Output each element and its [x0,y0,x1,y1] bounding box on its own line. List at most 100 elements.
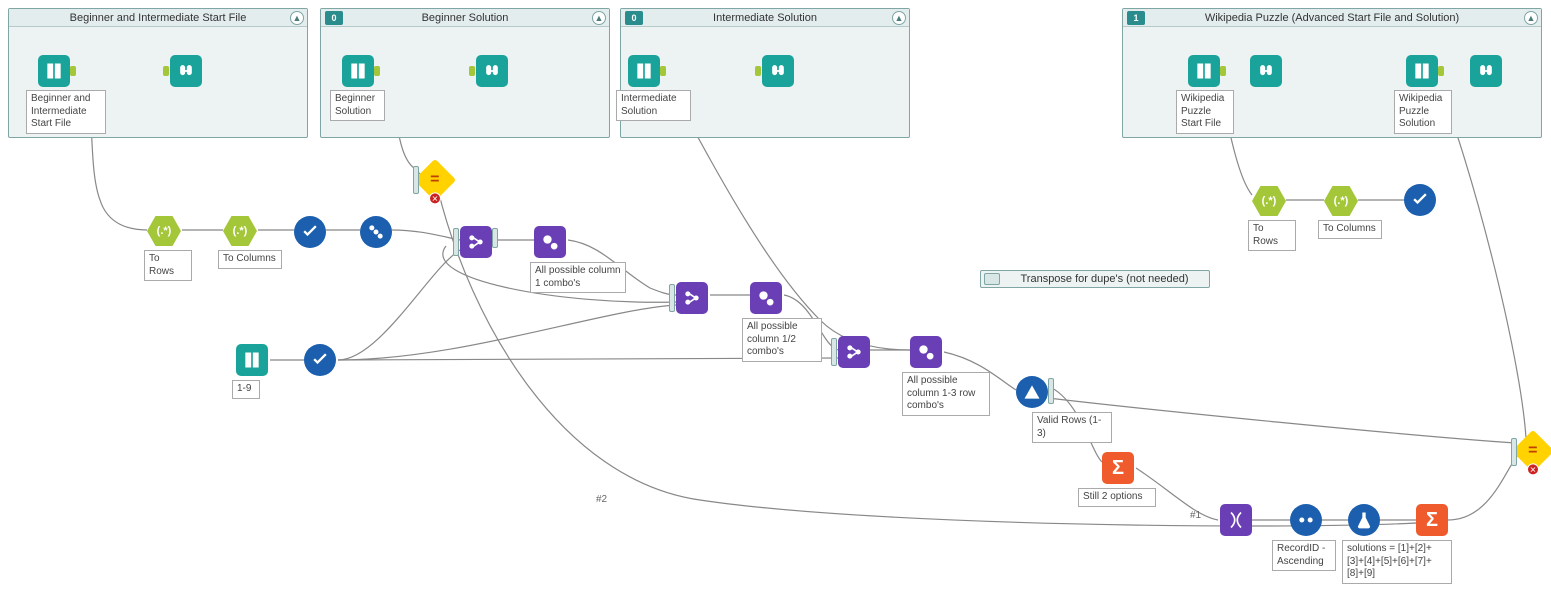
join-multiple-tool[interactable] [1290,504,1322,536]
tool-annotation: Still 2 options [1078,488,1156,507]
text-input-tool[interactable] [1188,55,1220,87]
tool-annotation: 1-9 [232,380,260,399]
gears-icon [756,288,776,308]
container-title: Intermediate Solution [621,12,909,24]
output-anchor[interactable] [1438,66,1444,76]
append-fields-tool[interactable] [676,282,708,314]
binoculars-icon [176,61,196,81]
tool-annotation: Wikipedia Puzzle Start File [1176,90,1234,134]
wire-label: #1 [1190,510,1201,521]
merge-icon [844,342,864,362]
tool-annotation: Beginner Solution [330,90,385,121]
binoculars-icon [768,61,788,81]
book-icon [1194,61,1214,81]
error-badge-icon: ✕ [1527,463,1539,475]
output-anchor[interactable] [70,66,76,76]
output-anchor[interactable] [660,66,666,76]
regex-tool[interactable]: (.*) [147,216,181,246]
batch-macro-tool[interactable] [910,336,942,368]
summarize-tool[interactable]: Σ [1102,452,1134,484]
input-anchor[interactable] [469,66,475,76]
container-title: Beginner Solution [321,12,609,24]
tool-annotation: To Rows [1248,220,1296,251]
container-transpose-dupes[interactable]: Transpose for dupe's (not needed) [980,270,1210,288]
append-fields-tool[interactable] [460,226,492,258]
error-badge-icon: ✕ [429,192,441,204]
tool-annotation: All possible column 1/2 combo's [742,318,822,362]
equals-icon: = [1528,442,1537,460]
numbers-icon [366,222,386,242]
collapse-icon[interactable]: ▲ [290,11,304,25]
container-title: Wikipedia Puzzle (Advanced Start File an… [1123,12,1541,24]
merge-icon [466,232,486,252]
tool-annotation: Wikipedia Puzzle Solution [1394,90,1452,134]
summarize-tool[interactable]: Σ [1416,504,1448,536]
collapse-icon[interactable]: ▲ [1524,11,1538,25]
collapse-icon[interactable]: ▲ [592,11,606,25]
input-anchor[interactable] [453,228,459,256]
input-anchor[interactable] [163,66,169,76]
batch-macro-tool[interactable] [750,282,782,314]
tool-annotation: All possible column 1 combo's [530,262,626,293]
select-tool[interactable] [304,344,336,376]
compare-tool[interactable]: = ✕ [1512,430,1551,472]
input-anchor[interactable] [1511,438,1517,466]
batch-macro-tool[interactable] [534,226,566,258]
container-title: Beginner and Intermediate Start File [9,12,307,24]
tool-annotation: Intermediate Solution [616,90,691,121]
book-icon [44,61,64,81]
browse-tool[interactable] [476,55,508,87]
output-anchor[interactable] [492,228,498,248]
tool-annotation: To Columns [1318,220,1382,239]
sigma-icon: Σ [1426,509,1438,532]
output-anchor[interactable] [1220,66,1226,76]
regex-tool[interactable]: (.*) [1324,186,1358,216]
compare-tool[interactable]: = ✕ [414,159,456,201]
delta-icon [1022,382,1042,402]
binoculars-icon [1256,61,1276,81]
text-input-tool[interactable] [628,55,660,87]
container-title: Transpose for dupe's (not needed) [1000,273,1209,285]
append-fields-tool[interactable] [838,336,870,368]
text-input-tool[interactable] [342,55,374,87]
input-anchor[interactable] [669,284,675,312]
output-anchor[interactable] [1048,378,1054,404]
output-anchor[interactable] [374,66,380,76]
tool-annotation: Valid Rows (1-3) [1032,412,1112,443]
tool-annotation: Beginner and Intermediate Start File [26,90,106,134]
merge-icon [682,288,702,308]
container-order-badge: 0 [325,11,343,25]
collapse-icon[interactable]: ▲ [892,11,906,25]
browse-tool[interactable] [1250,55,1282,87]
regex-tool[interactable]: (.*) [223,216,257,246]
input-anchor[interactable] [755,66,761,76]
select-tool[interactable] [1404,184,1436,216]
gears-icon [540,232,560,252]
formula-tool[interactable] [1348,504,1380,536]
browse-tool[interactable] [170,55,202,87]
container-order-badge: 0 [625,11,643,25]
equals-icon: = [430,171,439,189]
browse-tool[interactable] [762,55,794,87]
select-tool[interactable] [294,216,326,248]
dna-icon [1226,510,1246,530]
tool-annotation: To Columns [218,250,282,269]
browse-tool[interactable] [1470,55,1502,87]
input-anchor[interactable] [413,166,419,194]
filter-tool[interactable] [1016,376,1048,408]
text-input-tool[interactable] [1406,55,1438,87]
text-input-tool[interactable] [38,55,70,87]
sort-tool[interactable] [1220,504,1252,536]
sigma-icon: Σ [1112,457,1124,480]
input-anchor[interactable] [831,338,837,366]
dots-icon [1296,510,1316,530]
book-icon [1412,61,1432,81]
check-icon [1410,190,1430,210]
container-order-badge [984,273,1000,285]
tool-annotation: RecordID - Ascending [1272,540,1336,571]
recordid-tool[interactable] [360,216,392,248]
regex-tool[interactable]: (.*) [1252,186,1286,216]
text-input-tool[interactable] [236,344,268,376]
book-icon [242,350,262,370]
gears-icon [916,342,936,362]
